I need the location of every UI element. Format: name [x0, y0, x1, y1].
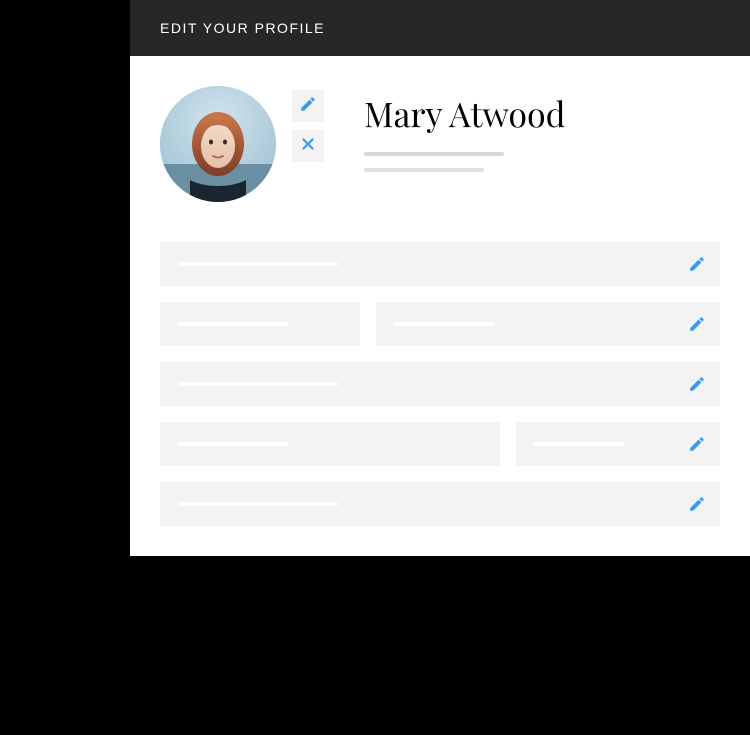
avatar-actions [292, 86, 324, 162]
field-2a[interactable] [160, 302, 360, 346]
panel-body: Mary Atwood [130, 56, 750, 556]
edit-field-button[interactable] [688, 255, 706, 273]
edit-field-button[interactable] [688, 375, 706, 393]
fields-section [160, 242, 720, 526]
field-row-2 [160, 302, 720, 346]
field-4b[interactable] [516, 422, 720, 466]
field-row-1 [160, 242, 720, 286]
profile-header-row: Mary Atwood [160, 86, 720, 202]
panel-header: EDIT YOUR PROFILE [130, 0, 750, 56]
edit-field-button[interactable] [688, 495, 706, 513]
display-name: Mary Atwood [364, 90, 565, 136]
pencil-icon [299, 95, 317, 118]
avatar[interactable] [160, 86, 276, 202]
field-row-5 [160, 482, 720, 526]
edit-field-button[interactable] [688, 435, 706, 453]
edit-profile-panel: EDIT YOUR PROFILE [130, 0, 750, 556]
panel-title: EDIT YOUR PROFILE [160, 20, 325, 36]
field-2b[interactable] [376, 302, 720, 346]
field-placeholder [178, 502, 338, 506]
field-4a[interactable] [160, 422, 500, 466]
remove-avatar-button[interactable] [292, 130, 324, 162]
subtitle-placeholder-2 [364, 168, 484, 172]
avatar-image [160, 86, 276, 202]
edit-field-button[interactable] [688, 315, 706, 333]
field-row-4 [160, 422, 720, 466]
field-3[interactable] [160, 362, 720, 406]
subtitle-placeholder-1 [364, 152, 504, 156]
close-icon [299, 135, 317, 158]
field-placeholder [178, 382, 338, 386]
field-placeholder [534, 442, 624, 446]
field-5[interactable] [160, 482, 720, 526]
field-placeholder [394, 322, 494, 326]
field-placeholder [178, 262, 338, 266]
field-placeholder [178, 442, 288, 446]
field-placeholder [178, 322, 288, 326]
edit-avatar-button[interactable] [292, 90, 324, 122]
field-row-3 [160, 362, 720, 406]
name-block: Mary Atwood [340, 86, 565, 184]
field-1[interactable] [160, 242, 720, 286]
